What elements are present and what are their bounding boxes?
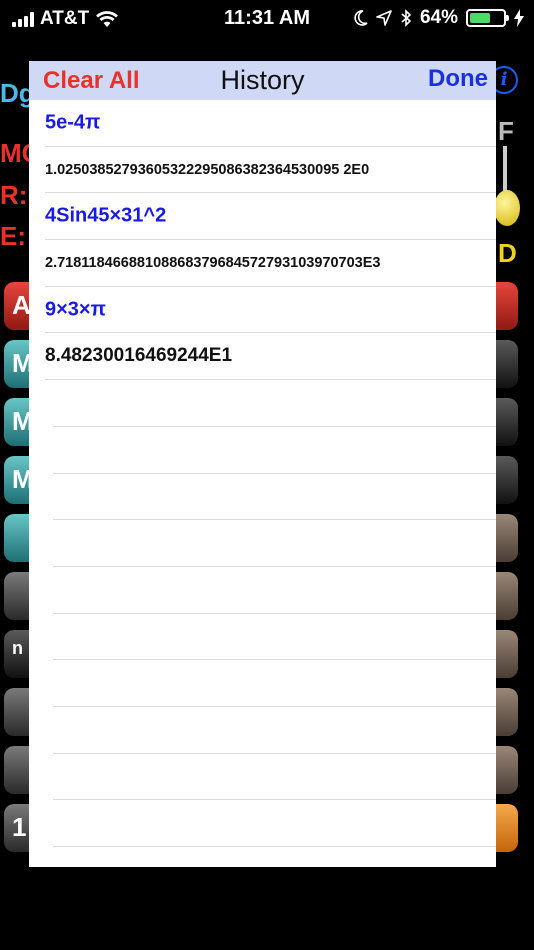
- history-expression: 5e-4π: [45, 111, 101, 134]
- status-bar: AT&T 11:31 AM 64%: [0, 0, 534, 38]
- history-expression: 9×3×π: [45, 298, 106, 321]
- history-result: 2.71811846688108868379684572793103970703…: [45, 254, 381, 271]
- history-result: 1.02503852793605322295086382364530095 2E…: [45, 161, 370, 178]
- moon-icon: [354, 10, 368, 26]
- status-right: 64%: [354, 7, 524, 29]
- empty-row: [53, 707, 496, 754]
- done-button[interactable]: Done: [428, 65, 488, 93]
- right-f-label: F: [498, 116, 514, 146]
- battery-percent: 64%: [419, 7, 458, 28]
- history-row[interactable]: 4Sin45×31^2: [45, 193, 496, 241]
- empty-row: [53, 614, 496, 661]
- empty-row: [53, 660, 496, 707]
- empty-row: [53, 380, 496, 427]
- empty-row: [53, 427, 496, 474]
- battery-icon: [466, 9, 509, 27]
- history-expression: 4Sin45×31^2: [45, 204, 167, 227]
- history-row[interactable]: 8.48230016469244E1: [45, 333, 496, 381]
- history-row[interactable]: 2.71811846688108868379684572793103970703…: [45, 240, 496, 287]
- empty-row: [53, 567, 496, 614]
- history-header: Clear All History Done: [29, 61, 496, 100]
- empty-row: [53, 754, 496, 801]
- slider-track: [503, 146, 507, 194]
- battery-fill: [470, 13, 491, 23]
- history-row[interactable]: 5e-4π: [45, 100, 496, 147]
- history-list[interactable]: 5e-4π 1.02503852793605322295086382364530…: [29, 100, 496, 847]
- location-icon: [376, 10, 392, 26]
- history-row[interactable]: 1.02503852793605322295086382364530095 2E…: [45, 147, 496, 194]
- slider-knob[interactable]: [494, 190, 520, 226]
- empty-row: [53, 800, 496, 847]
- history-panel: Clear All History Done 5e-4π 1.025038527…: [29, 61, 496, 867]
- charging-icon: [514, 9, 524, 27]
- right-d-label: D: [498, 238, 517, 268]
- history-result: 8.48230016469244E1: [45, 345, 233, 367]
- history-title: History: [220, 65, 305, 95]
- r-label: R:: [0, 180, 28, 210]
- empty-row: [53, 474, 496, 521]
- history-row[interactable]: 9×3×π: [45, 287, 496, 334]
- bluetooth-icon: [401, 9, 412, 27]
- empty-row: [53, 520, 496, 567]
- e-label: E:: [0, 221, 26, 251]
